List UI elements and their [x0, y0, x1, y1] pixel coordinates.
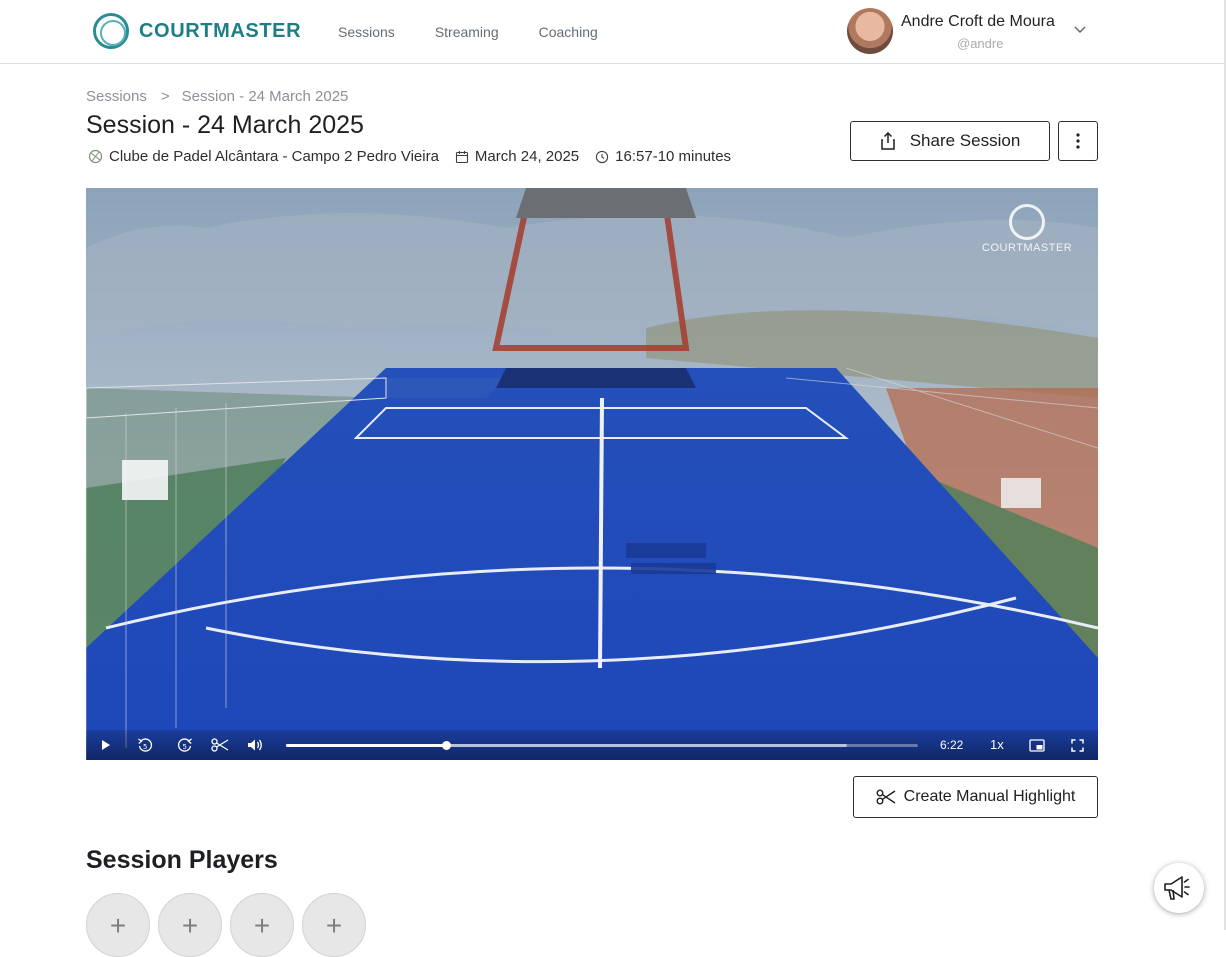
time-text: 16:57-10 minutes	[615, 148, 732, 165]
seek-handle[interactable]	[441, 741, 451, 750]
share-session-label: Share Session	[909, 131, 1021, 150]
svg-text:5: 5	[183, 743, 187, 751]
share-session-button[interactable]: Share Session	[850, 121, 1050, 161]
main-nav: Sessions Streaming Coaching	[338, 24, 638, 40]
playback-speed-button[interactable]: 1x	[990, 737, 1004, 752]
logo-icon	[93, 13, 129, 49]
share-icon	[880, 132, 895, 150]
fullscreen-icon	[1070, 738, 1084, 752]
user-menu[interactable]: Andre Croft de Moura @andre	[847, 8, 1097, 54]
user-handle: @andre	[957, 36, 1004, 51]
page-title: Session - 24 March 2025	[86, 111, 364, 139]
breadcrumb-root[interactable]: Sessions	[86, 88, 147, 105]
add-player-button[interactable]: +	[302, 893, 366, 957]
picture-in-picture-button[interactable]	[1028, 737, 1046, 753]
session-players-list: + + + +	[86, 893, 366, 957]
nav-link-sessions[interactable]: Sessions	[338, 24, 395, 40]
video-frame	[86, 188, 1098, 760]
fullscreen-button[interactable]	[1068, 737, 1086, 753]
rewind-5-icon: 5	[138, 738, 153, 752]
svg-text:5: 5	[143, 743, 147, 751]
breadcrumb: Sessions > Session - 24 March 2025	[86, 88, 348, 105]
create-manual-highlight-label: Create Manual Highlight	[903, 788, 1076, 805]
seek-bar[interactable]	[286, 741, 918, 750]
add-player-button[interactable]: +	[158, 893, 222, 957]
courtmaster-watermark: COURTMASTER	[982, 204, 1072, 254]
more-options-button[interactable]	[1058, 121, 1098, 161]
brand-logo[interactable]: COURTMASTER	[93, 13, 301, 49]
session-meta: Clube de Padel Alcântara - Campo 2 Pedro…	[88, 148, 747, 165]
breadcrumb-current: Session - 24 March 2025	[181, 88, 349, 105]
scissors-icon	[211, 738, 229, 752]
add-player-button[interactable]: +	[86, 893, 150, 957]
session-players-heading: Session Players	[86, 846, 278, 874]
session-date: March 24, 2025	[455, 148, 579, 165]
rewind-5-button[interactable]: 5	[136, 737, 154, 753]
top-navigation-bar: COURTMASTER Sessions Streaming Coaching …	[0, 0, 1224, 64]
played-range	[286, 744, 446, 747]
video-player[interactable]: COURTMASTER 5 5 6:22 1x	[86, 188, 1098, 760]
announcements-button[interactable]	[1154, 863, 1204, 913]
nav-link-streaming[interactable]: Streaming	[435, 24, 499, 40]
watermark-text: COURTMASTER	[982, 242, 1073, 254]
location-text: Clube de Padel Alcântara - Campo 2 Pedro…	[109, 148, 439, 165]
breadcrumb-separator: >	[160, 88, 170, 105]
create-manual-highlight-button[interactable]: Create Manual Highlight	[853, 776, 1098, 818]
current-time: 6:22	[940, 738, 964, 752]
nav-link-coaching[interactable]: Coaching	[539, 24, 598, 40]
session-time: 16:57-10 minutes	[595, 148, 731, 165]
padel-ball-icon	[88, 149, 103, 164]
clock-icon	[596, 150, 609, 163]
picture-in-picture-icon	[1029, 738, 1045, 752]
forward-5-icon: 5	[177, 738, 192, 752]
add-player-button[interactable]: +	[230, 893, 294, 957]
date-text: March 24, 2025	[474, 148, 580, 165]
megaphone-icon	[1164, 876, 1190, 900]
avatar	[847, 8, 893, 54]
volume-icon	[248, 739, 262, 751]
clip-button[interactable]	[211, 737, 229, 753]
video-controls: 5 5 6:22 1x	[86, 730, 1098, 760]
calendar-icon	[455, 150, 468, 163]
chevron-down-icon[interactable]	[1073, 22, 1087, 36]
scissors-icon	[876, 789, 896, 805]
play-button[interactable]	[97, 737, 115, 753]
brand-name: COURTMASTER	[139, 19, 302, 42]
forward-5-button[interactable]: 5	[176, 737, 194, 753]
volume-button[interactable]	[246, 737, 264, 753]
kebab-menu-icon	[1076, 133, 1080, 149]
user-name: Andre Croft de Moura	[901, 13, 1055, 30]
play-icon	[102, 740, 110, 750]
session-location: Clube de Padel Alcântara - Campo 2 Pedro…	[88, 148, 439, 165]
watermark-logo-icon	[1009, 204, 1045, 240]
